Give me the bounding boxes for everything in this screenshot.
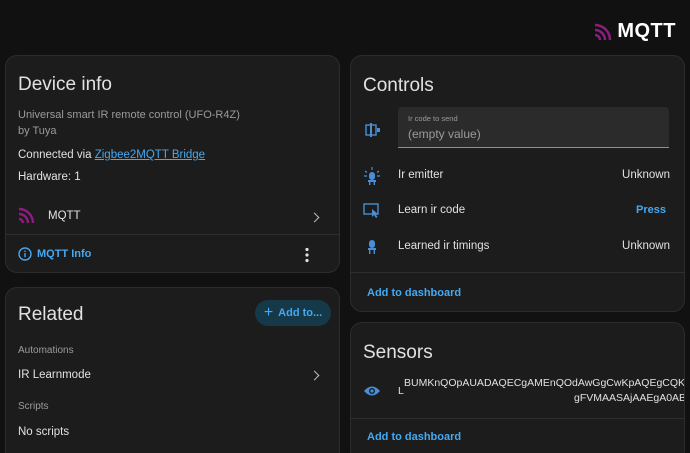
automations-heading: Automations [18, 345, 74, 356]
sensors-title: Sensors [363, 342, 433, 363]
hardware-version: Hardware: 1 [18, 171, 81, 183]
chevron-right-icon [309, 212, 320, 223]
sensor-value-line1: BUMKnQOpAUADAQECgAMEnQOdAwGgCwKpAQEgCQKp… [404, 377, 685, 389]
integration-row[interactable]: MQTT [6, 203, 339, 233]
learn-ir-code-row: Learn ir code Press [351, 199, 684, 223]
device-info-title: Device info [18, 74, 112, 95]
add-to-dashboard-link[interactable]: Add to dashboard [367, 287, 461, 299]
brand-name: MQTT [617, 20, 676, 42]
scripts-heading: Scripts [18, 401, 49, 412]
bridge-link[interactable]: Zigbee2MQTT Bridge [95, 149, 205, 161]
row-name: Ir emitter [398, 169, 444, 181]
mqtt-brand: MQTT [594, 20, 676, 43]
automation-item[interactable]: IR Learnmode [6, 366, 339, 386]
mqtt-info-link[interactable]: MQTT Info [18, 247, 91, 261]
led-off-icon [368, 240, 376, 254]
info-icon [18, 247, 32, 261]
ir-code-value: (empty value) [408, 127, 481, 141]
ir-code-input[interactable]: Ir code to send (empty value) [398, 107, 669, 148]
add-to-dashboard-link[interactable]: Add to dashboard [367, 431, 461, 443]
divider [351, 272, 684, 273]
eye-icon [364, 386, 380, 396]
controls-title: Controls [363, 75, 434, 96]
divider [6, 234, 339, 235]
divider [351, 418, 684, 419]
chevron-right-icon [309, 370, 320, 381]
device-info-card: Device info Universal smart IR remote co… [5, 55, 340, 273]
add-to-button[interactable]: + Add to... [255, 300, 331, 326]
learned-ir-timings-row[interactable]: Learned ir timings Unknown [351, 235, 684, 259]
row-name: Learn ir code [398, 204, 466, 216]
related-card: Related + Add to... Automations IR Learn… [5, 287, 340, 453]
mqtt-logo-icon [594, 22, 615, 41]
row-value: Unknown [622, 169, 670, 181]
sensors-card: Sensors BUMKnQOpAUADAQECgAMEnQOdAwGgCwKp… [350, 322, 685, 453]
related-title: Related [18, 304, 84, 325]
press-button[interactable]: Press [636, 204, 666, 216]
ir-code-label: Ir code to send [408, 114, 458, 123]
led-icon [364, 167, 380, 185]
more-vertical-icon[interactable] [304, 247, 310, 263]
plus-icon: + [263, 304, 274, 321]
ir-emitter-row[interactable]: Ir emitter Unknown [351, 164, 684, 188]
sensor-value-line2: gFVMAASAjAAEgA0ABA [574, 392, 685, 404]
controls-card: Controls Ir code to send (empty value) I… [350, 55, 685, 312]
sensor-value[interactable]: BUMKnQOpAUADAQECgAMEnQOdAwGgCwKpAQEgCQKp… [398, 377, 685, 407]
add-to-label: Add to... [278, 307, 323, 319]
gesture-tap-icon [363, 203, 379, 218]
connected-prefix: Connected via [18, 149, 95, 161]
mqtt-integration-icon [18, 207, 35, 224]
device-model: Universal smart IR remote control (UFO-R… [18, 109, 240, 121]
integration-label: MQTT [48, 210, 81, 222]
scripts-empty: No scripts [18, 426, 70, 438]
sensor-value-prefix: L [398, 385, 404, 397]
row-name: Learned ir timings [398, 240, 490, 252]
row-value: Unknown [622, 240, 670, 252]
automation-label: IR Learnmode [18, 369, 91, 381]
device-manufacturer: by Tuya [18, 125, 57, 137]
mqtt-info-label: MQTT Info [37, 248, 92, 260]
remote-icon [365, 123, 380, 137]
connected-via: Connected via Zigbee2MQTT Bridge [18, 149, 205, 161]
